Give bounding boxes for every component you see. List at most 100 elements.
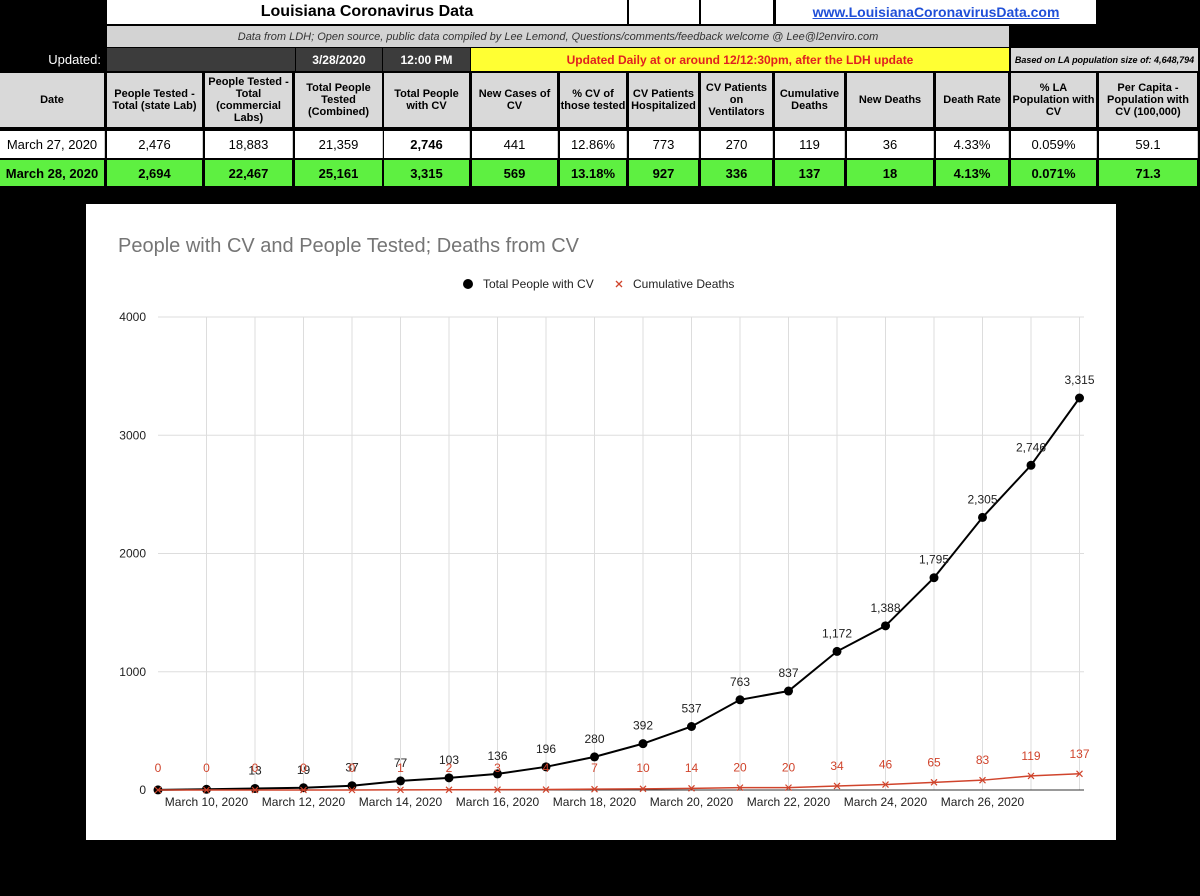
table-cell: 441 (472, 131, 558, 158)
x-tick-label: March 16, 2020 (456, 795, 540, 809)
table-cell: March 28, 2020 (0, 160, 105, 186)
column-header: Cumulative Deaths (775, 73, 845, 127)
table-cell: 12.86% (560, 131, 627, 158)
data-label-deaths: 20 (733, 761, 747, 775)
x-tick-label: March 10, 2020 (165, 795, 249, 809)
data-label-total-cv: 3,315 (1064, 373, 1094, 387)
column-header: New Cases of CV (472, 73, 558, 127)
column-header: New Deaths (847, 73, 934, 127)
column-header: % LA Population with CV (1011, 73, 1097, 127)
data-label-deaths: 1 (397, 761, 404, 775)
data-label-total-cv: 2,305 (967, 492, 997, 506)
table-cell: March 27, 2020 (0, 131, 105, 158)
legend-marker-total-cv (463, 279, 473, 289)
sheet-title: Louisiana Coronavirus Data (107, 0, 627, 24)
table-cell: 18 (847, 160, 934, 186)
title-blank-cell-2 (701, 0, 773, 24)
table-cell: 59.1 (1099, 131, 1198, 158)
data-label-deaths: 10 (636, 761, 650, 775)
data-point-total-cv (347, 781, 357, 791)
y-tick-label: 3000 (119, 428, 146, 442)
column-header: People Tested - Total (state Lab) (107, 73, 203, 127)
data-label-deaths: 65 (927, 755, 941, 769)
data-point-total-cv (250, 783, 260, 793)
chart-panel: People with CV and People Tested; Deaths… (86, 204, 1116, 840)
table-cell: 22,467 (205, 160, 293, 186)
table-cell: 927 (629, 160, 699, 186)
x-tick-label: March 24, 2020 (844, 795, 928, 809)
x-tick-label: March 26, 2020 (941, 795, 1025, 809)
data-label-deaths: 14 (685, 761, 699, 775)
credit-text: Data from LDH; Open source, public data … (107, 26, 1009, 47)
data-label-total-cv: 280 (584, 732, 604, 746)
data-point-total-cv (929, 573, 939, 583)
column-header: Total People with CV (384, 73, 470, 127)
data-label-total-cv: 392 (633, 719, 653, 733)
column-header: CV Patients on Ventilators (701, 73, 773, 127)
y-tick-label: 4000 (119, 310, 146, 324)
data-point-total-cv (735, 695, 745, 705)
table-cell: 36 (847, 131, 934, 158)
table-cell: 137 (775, 160, 845, 186)
data-label-deaths: 119 (1021, 749, 1040, 763)
data-label-total-cv: 2,746 (1016, 440, 1046, 454)
data-label-deaths: 46 (879, 758, 893, 772)
column-header: Death Rate (936, 73, 1009, 127)
table-cell: 336 (701, 160, 773, 186)
data-label-deaths: 0 (349, 761, 356, 775)
site-link-cell: www.LouisianaCoronavirusData.com (776, 0, 1096, 24)
column-header: Per Capita - Population with CV (100,000… (1099, 73, 1198, 127)
data-point-total-cv (832, 646, 842, 656)
table-cell: 25,161 (295, 160, 383, 186)
data-label-total-cv: 537 (681, 701, 701, 715)
data-label-deaths: 4 (543, 761, 550, 775)
data-label-deaths: 0 (155, 761, 162, 775)
legend-label-total-cv: Total People with CV (483, 277, 594, 291)
column-header: Date (0, 73, 105, 127)
series-line-total-cv (157, 397, 1081, 791)
updated-blank (107, 48, 295, 71)
x-tick-label: March 22, 2020 (747, 795, 831, 809)
column-header: Total People Tested (Combined) (295, 73, 383, 127)
table-cell: 21,359 (295, 131, 383, 158)
y-tick-label: 1000 (119, 665, 146, 679)
table-cell: 4.33% (936, 131, 1009, 158)
line-chart: People with CV and People Tested; Deaths… (118, 235, 1095, 809)
table-cell: 2,476 (107, 131, 203, 158)
table-cell: 119 (775, 131, 845, 158)
title-blank-cell (629, 0, 699, 24)
table-cell: 18,883 (205, 131, 293, 158)
updated-label: Updated: (48, 52, 101, 67)
updated-time: 12:00 PM (383, 48, 470, 71)
table-cell: 4.13% (936, 160, 1009, 186)
x-tick-label: March 18, 2020 (553, 795, 637, 809)
data-label-deaths: 83 (976, 753, 990, 767)
y-tick-label: 0 (139, 783, 146, 797)
population-note: Based on LA population size of: 4,648,79… (1011, 48, 1198, 71)
table-cell: 2,746 (384, 131, 470, 158)
site-link[interactable]: www.LouisianaCoronavirusData.com (813, 4, 1060, 20)
data-point-total-cv (1026, 460, 1036, 470)
table-cell: 71.3 (1099, 160, 1198, 186)
data-label-total-cv: 1,388 (870, 601, 900, 615)
data-label-total-cv: 763 (730, 675, 750, 689)
schedule-note: Updated Daily at or around 12/12:30pm, a… (471, 48, 1009, 71)
table-cell: 773 (629, 131, 699, 158)
data-label-deaths: 137 (1069, 747, 1089, 761)
legend-marker-deaths (615, 280, 623, 288)
data-label-total-cv: 837 (778, 666, 798, 680)
data-label-deaths: 2 (446, 761, 453, 775)
data-label-deaths: 7 (591, 761, 598, 775)
table-cell: 0.071% (1011, 160, 1097, 186)
legend-label-deaths: Cumulative Deaths (633, 277, 734, 291)
data-label-deaths: 0 (252, 761, 259, 775)
column-header: CV Patients Hospitalized (629, 73, 699, 127)
data-point-total-cv (638, 739, 648, 749)
data-label-total-cv: 196 (536, 742, 556, 756)
data-point-total-cv (784, 686, 793, 696)
data-label-total-cv: 1,172 (822, 626, 852, 640)
data-point-total-cv (299, 783, 308, 793)
table-cell: 270 (701, 131, 773, 158)
data-label-deaths: 3 (494, 761, 501, 775)
data-point-total-cv (396, 776, 405, 786)
